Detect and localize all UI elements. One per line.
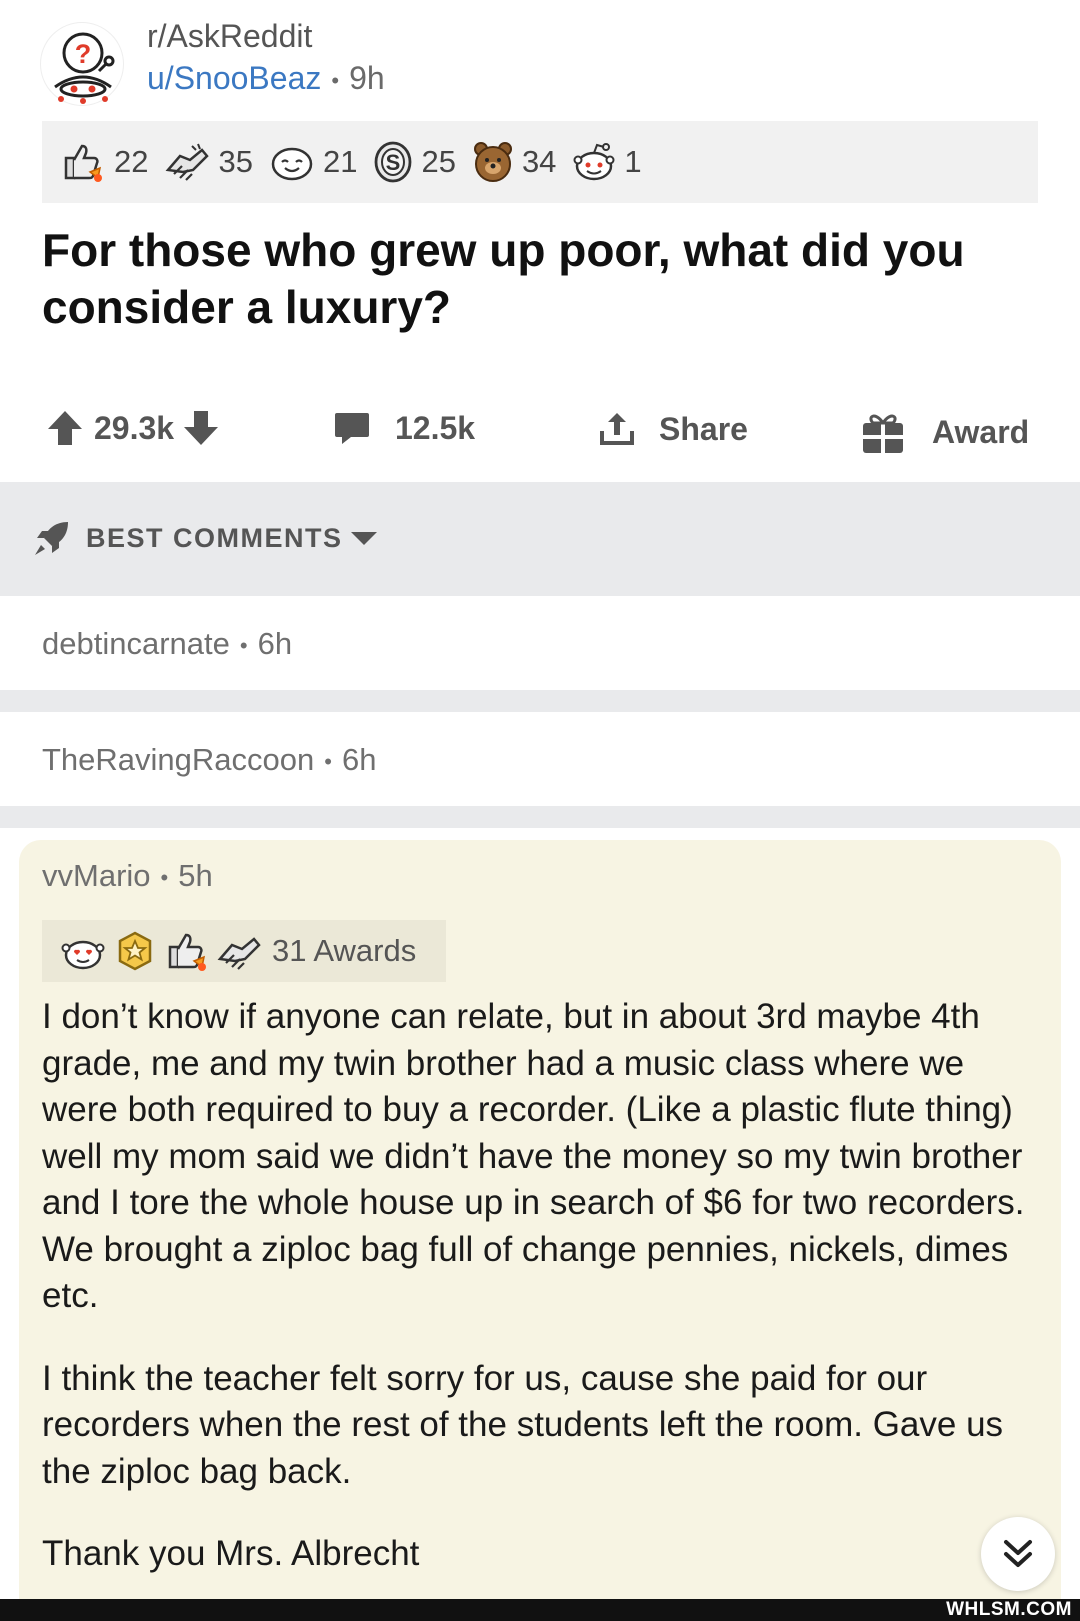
vote-group: 29.3k [46,409,220,447]
comment-age: 6h [341,742,377,777]
sort-label: BEST COMMENTS [86,522,343,553]
comment-author[interactable]: TheRavingRaccoon [42,742,314,777]
award-count: 1 [624,144,642,179]
upvote-icon[interactable] [46,409,84,447]
comment-bubble-icon [335,413,369,444]
post-age: 9h [349,60,385,96]
award-wholesome: 21 [269,140,357,184]
award-count: 21 [322,144,358,179]
comment-paragraph: Thank you Mrs. Albrecht [42,1534,420,1573]
comment-age: 6h [257,626,293,661]
snoo-heart-eyes-icon [61,940,105,970]
helping-hands-icon [217,937,261,970]
share-label: Share [659,410,748,447]
post-action-bar: 29.3k 12.5k Share Award [0,395,1080,465]
comment-meta: TheRavingRaccoon • 6h [42,742,376,778]
comment-age: 5h [178,858,213,893]
award-helping-hands: 35 [164,140,253,184]
comment-paragraph: I don’t know if anyone can relate, but i… [42,997,1025,1315]
comment-author[interactable]: debtincarnate [42,626,230,661]
bear-icon [473,142,512,182]
double-chevron-down-icon [1004,1540,1032,1567]
post-title[interactable]: For those who grew up poor, what did you… [42,222,1042,336]
divider [0,806,1080,828]
separator-dot: • [324,748,332,774]
sort-selector[interactable]: BEST COMMENTS [32,518,379,558]
snoo-face-icon [573,143,615,181]
svg-text:S: S [386,150,401,175]
subreddit-avatar[interactable]: ? [40,22,124,106]
comment-count: 12.5k [395,409,476,446]
share-icon [600,413,634,445]
helping-hands-icon [166,143,210,181]
watermark-strip: WHLSM.COM [0,1599,1080,1621]
share-button[interactable]: Share [597,409,748,449]
highlighted-comment: vvMario • 5h 31 Awards I don’t know if any… [19,840,1061,1621]
comment-author[interactable]: vvMario [42,858,151,893]
comment-sort-bar: BEST COMMENTS [0,482,1080,596]
award-bear: 34 [472,140,556,184]
watermark-text: WHLSM.COM [946,1599,1072,1620]
award-snoo: 1 [572,140,642,184]
post-header: ? r/AskReddit u/SnooBeaz • 9h [0,0,1080,115]
award-count: 25 [421,144,456,179]
collapsed-comment[interactable]: TheRavingRaccoon • 6h [0,712,1080,806]
comment-meta: vvMario • 5h [42,858,213,894]
silver-coin-icon: S [375,141,412,183]
award-thumbs-rocket: 22 [60,140,148,184]
gold-star-icon [118,931,152,971]
collapsed-comment[interactable]: debtincarnate • 6h [0,596,1080,690]
awards-count-label: 31 Awards [272,933,417,968]
askreddit-snoo-icon: ? [54,32,115,104]
award-count: 22 [114,144,149,179]
post-author[interactable]: u/SnooBeaz [147,60,321,96]
separator-dot: • [160,864,169,890]
rocket-icon [35,522,68,555]
vote-count: 29.3k [94,409,175,446]
downvote-icon[interactable] [182,409,220,447]
post-awards-bar[interactable]: 22 35 21 S 25 34 1 [42,121,1038,203]
comment-meta: debtincarnate • 6h [42,626,292,662]
award-label: Award [932,413,1030,450]
next-comment-button[interactable] [981,1517,1055,1591]
thumbs-rocket-icon [64,144,102,182]
gift-icon [863,414,903,453]
comment-paragraph: I think the teacher felt sorry for us, c… [42,1358,1004,1491]
comment-body: I don’t know if anyone can relate, but i… [42,994,1042,1614]
separator-dot: • [331,67,340,93]
divider [0,690,1080,712]
comment-awards-bar[interactable]: 31 Awards [42,920,446,982]
wholesome-face-icon [271,147,313,181]
award-button[interactable]: Award [860,409,1029,455]
comments-button[interactable]: 12.5k [333,409,475,447]
award-count: 35 [218,144,253,179]
post-meta: u/SnooBeaz • 9h [147,60,385,97]
subreddit-name[interactable]: r/AskReddit [147,18,312,55]
separator-dot: • [239,632,248,658]
award-silver: S 25 [373,140,456,184]
thumbs-rocket-icon [168,933,206,971]
caret-down-icon [350,532,377,545]
svg-text:?: ? [75,39,92,69]
award-count: 34 [521,144,557,179]
